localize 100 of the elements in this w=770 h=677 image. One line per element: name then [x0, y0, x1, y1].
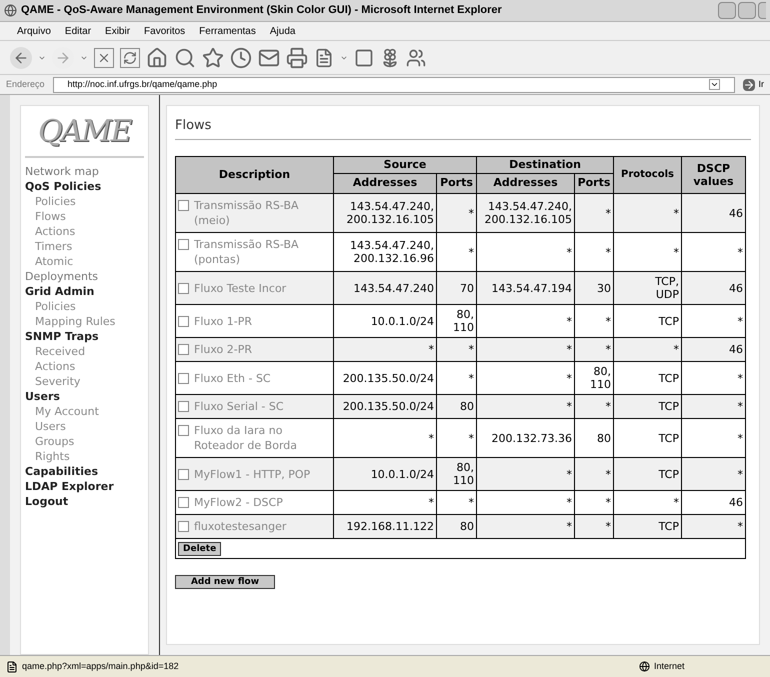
column-header: Description	[176, 156, 334, 194]
sidebar-heading[interactable]: QoS Policies	[25, 179, 144, 194]
table-cell: 80	[460, 400, 474, 413]
table-cell: *	[606, 496, 611, 509]
table-cell: 200.135.50.0/24	[342, 400, 434, 413]
sidebar-subitem[interactable]: My Account	[25, 404, 144, 419]
table-cell: 192.168.11.122	[346, 520, 434, 533]
clock-icon	[230, 46, 252, 68]
sidebar-subitem[interactable]: Received	[25, 344, 144, 359]
sidebar-heading[interactable]: Grid Admin	[25, 284, 144, 299]
table-cell: 46	[729, 282, 743, 294]
sidebar-subitem[interactable]: Actions	[25, 359, 144, 374]
table-cell: *	[606, 314, 611, 328]
column-header: Protocols	[614, 156, 682, 194]
table-cell: 200.132.73.36	[492, 432, 572, 444]
table-cell: *	[468, 246, 474, 258]
table-cell: TCP	[658, 372, 679, 384]
sidebar-link[interactable]: Deployments	[25, 269, 144, 284]
table-cell: *	[674, 246, 679, 258]
table-cell: 80, 110	[590, 365, 611, 391]
sidebar-subitem[interactable]: Rights	[25, 449, 144, 464]
menu-item[interactable]: Favoritos	[144, 24, 186, 38]
table-cell: *	[468, 372, 474, 384]
sidebar-heading[interactable]: Capabilities	[25, 464, 144, 479]
table-cell: *	[738, 314, 743, 328]
row-checkbox[interactable]	[178, 521, 189, 532]
delete-button[interactable]: Delete	[178, 542, 222, 556]
home-icon	[146, 46, 168, 68]
back-icon	[10, 46, 32, 68]
table-cell: 200.135.50.0/24	[342, 372, 434, 384]
table-cell: *	[606, 468, 611, 480]
table-cell: *	[566, 246, 572, 258]
page-title: Flows	[175, 116, 751, 140]
column-header: Ports	[436, 174, 476, 194]
printer-icon	[286, 46, 308, 68]
table-cell: *	[606, 246, 611, 258]
row-checkbox[interactable]	[178, 401, 189, 412]
column-header: DSCP values	[682, 156, 746, 194]
go-button[interactable]: Ir	[742, 78, 764, 92]
table-cell: 143.54.47.240, 200.132.16.96	[350, 239, 434, 265]
table-cell: *	[428, 343, 434, 356]
dropdown-icon	[708, 79, 720, 90]
address-label: Endereço	[6, 78, 45, 91]
row-checkbox[interactable]	[178, 239, 189, 250]
table-cell: 80, 110	[453, 308, 474, 334]
table-cell: TCP, UDP	[655, 275, 679, 301]
table-cell: *	[566, 520, 572, 533]
column-header: Destination	[476, 156, 614, 174]
page-icon	[6, 660, 18, 672]
sidebar-subitem[interactable]: Groups	[25, 434, 144, 449]
table-cell: *	[428, 432, 434, 444]
address-field[interactable]: http://noc.inf.ufrgs.br/qame/qame.php	[52, 76, 734, 92]
row-checkbox[interactable]	[178, 497, 189, 508]
sidebar-subitem[interactable]: Severity	[25, 374, 144, 389]
table-cell: *	[738, 246, 743, 258]
table-cell: *	[566, 314, 572, 328]
row-checkbox[interactable]	[178, 425, 189, 436]
sidebar-heading[interactable]: SNMP Traps	[25, 329, 144, 344]
menu-item[interactable]: Editar	[64, 24, 92, 38]
sidebar-subitem[interactable]: Users	[25, 419, 144, 434]
sidebar-subitem[interactable]: Timers	[25, 239, 144, 254]
table-cell: *	[738, 372, 743, 384]
sidebar-subitem[interactable]: Atomic	[25, 254, 144, 269]
table-cell: 30	[597, 282, 611, 294]
menu-item[interactable]: Ferramentas	[199, 24, 256, 38]
sidebar-subitem[interactable]: Policies	[25, 299, 144, 314]
row-checkbox[interactable]	[178, 200, 189, 211]
sidebar-heading[interactable]: Users	[25, 389, 144, 404]
add-flow-button[interactable]: Add new flow	[175, 575, 275, 589]
browser-icon	[4, 4, 17, 17]
logo: QAME	[25, 114, 144, 158]
row-checkbox[interactable]	[178, 468, 189, 480]
zone-text: Internet	[654, 660, 686, 673]
row-checkbox[interactable]	[178, 372, 189, 384]
menu-item[interactable]: Ajuda	[270, 24, 296, 38]
table-cell: 46	[729, 496, 743, 509]
sidebar-subitem[interactable]: Mapping Rules	[25, 314, 144, 329]
square-icon	[354, 48, 374, 68]
table-cell: *	[606, 520, 611, 533]
globe-icon	[639, 661, 650, 672]
sidebar-heading[interactable]: LDAP Explorer	[25, 479, 144, 494]
row-checkbox[interactable]	[178, 282, 189, 294]
table-cell: *	[468, 496, 474, 509]
sidebar-subitem[interactable]: Flows	[25, 209, 144, 224]
sidebar-link[interactable]: Network map	[25, 164, 144, 179]
menu-item[interactable]: Exibir	[105, 24, 130, 38]
table-cell: *	[674, 206, 679, 220]
row-checkbox[interactable]	[178, 316, 189, 326]
row-checkbox[interactable]	[178, 344, 189, 355]
table-cell: 143.54.47.240, 200.132.16.105	[484, 200, 572, 226]
table-cell: *	[566, 343, 572, 356]
menu-item[interactable]: Arquivo	[17, 24, 51, 38]
table-cell: 46	[729, 206, 743, 220]
sidebar-heading[interactable]: Logout	[25, 494, 144, 509]
table-cell: *	[674, 496, 679, 509]
table-cell: 10.0.1.0/24	[370, 468, 434, 480]
table-cell: *	[738, 400, 743, 413]
sidebar-subitem[interactable]: Actions	[25, 224, 144, 239]
sidebar-subitem[interactable]: Policies	[25, 194, 144, 209]
table-cell: *	[468, 432, 474, 444]
